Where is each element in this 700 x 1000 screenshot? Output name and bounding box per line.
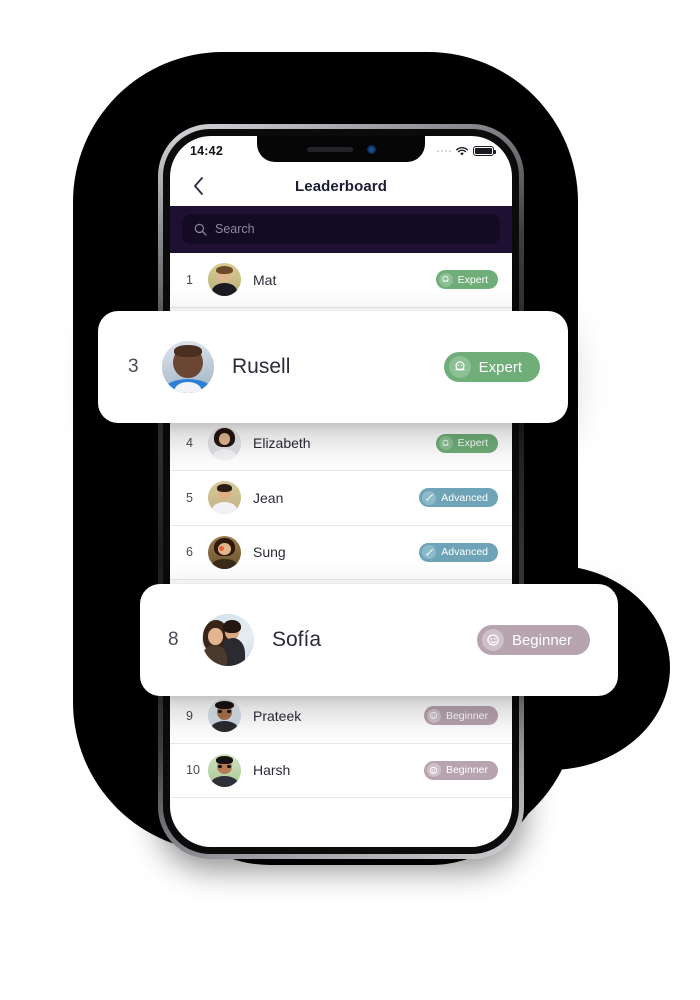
avatar [208, 426, 241, 460]
avatar [202, 614, 254, 666]
status-badge[interactable]: Advanced [419, 488, 498, 508]
expert-helmet-icon [438, 272, 453, 287]
status-bar-clock: 14:42 [190, 144, 223, 158]
phone-notch [257, 136, 425, 162]
status-badge[interactable]: Expert [443, 352, 540, 382]
rank-number: 10 [186, 763, 200, 778]
badge-label: Expert [478, 358, 522, 376]
avatar [208, 263, 241, 297]
user-name: Rusell [232, 355, 291, 378]
battery-icon [473, 145, 497, 157]
status-badge[interactable]: Beginner [476, 625, 590, 655]
sword-icon [422, 490, 437, 505]
screenshot-stage: 14:42 Leaderboard Search 1 Mat Expert 4 … [0, 0, 700, 1000]
smiley-icon [426, 708, 441, 723]
sword-icon [422, 545, 437, 560]
smiley-icon [481, 629, 504, 651]
user-name: Prateek [253, 707, 302, 724]
phone-device: 14:42 Leaderboard Search 1 Mat Expert 4 … [158, 124, 524, 859]
status-badge[interactable]: Beginner [423, 760, 498, 780]
user-name: Sung [253, 544, 286, 561]
front-camera-icon [366, 144, 376, 154]
avatar [208, 535, 241, 569]
highlight-card-sofia[interactable]: 8 Sofía Beginner [140, 584, 618, 696]
avatar [162, 341, 214, 393]
search-icon [194, 223, 207, 236]
earpiece-speaker-icon [306, 146, 353, 152]
rank-number: 5 [186, 490, 193, 505]
badge-label: Expert [457, 273, 488, 286]
badge-label: Beginner [511, 631, 572, 649]
badge-label: Advanced [441, 546, 488, 559]
badge-label: Advanced [441, 491, 488, 504]
user-name: Elizabeth [253, 435, 311, 452]
user-name: Sofía [272, 628, 322, 651]
rank-number: 1 [186, 272, 193, 287]
status-badge[interactable]: Expert [435, 433, 498, 453]
rank-number: 3 [128, 356, 139, 377]
user-name: Jean [253, 489, 284, 506]
table-row[interactable]: 1 Mat Expert [170, 253, 512, 308]
table-row[interactable]: 9 Prateek Beginner [170, 689, 512, 744]
expert-helmet-icon [438, 436, 453, 451]
smiley-icon [426, 763, 441, 778]
avatar [208, 699, 241, 733]
wifi-icon [456, 146, 468, 155]
status-badge[interactable]: Beginner [423, 706, 498, 726]
search-bar[interactable]: Search [182, 214, 500, 244]
table-row[interactable]: 6 Sung Advanced [170, 525, 512, 580]
table-row[interactable]: 5 Jean Advanced [170, 471, 512, 526]
user-name: Harsh [253, 762, 291, 779]
avatar [208, 481, 241, 515]
badge-label: Beginner [445, 764, 488, 777]
page-title: Leaderboard [295, 177, 387, 195]
phone-bezel: 14:42 Leaderboard Search 1 Mat Expert 4 … [163, 129, 519, 854]
search-section: Search [170, 206, 512, 253]
rank-number: 9 [186, 708, 193, 723]
avatar [208, 753, 241, 787]
search-input[interactable]: Search [215, 222, 255, 236]
badge-label: Beginner [445, 709, 488, 722]
status-badge[interactable]: Advanced [419, 542, 498, 562]
phone-screen: 14:42 Leaderboard Search 1 Mat Expert 4 … [170, 136, 512, 847]
table-row[interactable]: 4 Elizabeth Expert [170, 416, 512, 471]
signal-dots-icon [436, 149, 451, 153]
rank-number: 6 [186, 545, 193, 560]
user-name: Mat [253, 271, 277, 288]
navigation-bar: Leaderboard [170, 166, 512, 206]
expert-helmet-icon [448, 356, 471, 378]
status-badge[interactable]: Expert [435, 270, 498, 290]
highlight-card-rusell[interactable]: 3 Rusell Expert [98, 311, 568, 423]
status-bar-indicators [436, 145, 497, 157]
table-row[interactable]: 10 Harsh Beginner [170, 743, 512, 798]
rank-number: 4 [186, 436, 193, 451]
badge-label: Expert [457, 437, 488, 450]
rank-number: 8 [168, 629, 179, 650]
